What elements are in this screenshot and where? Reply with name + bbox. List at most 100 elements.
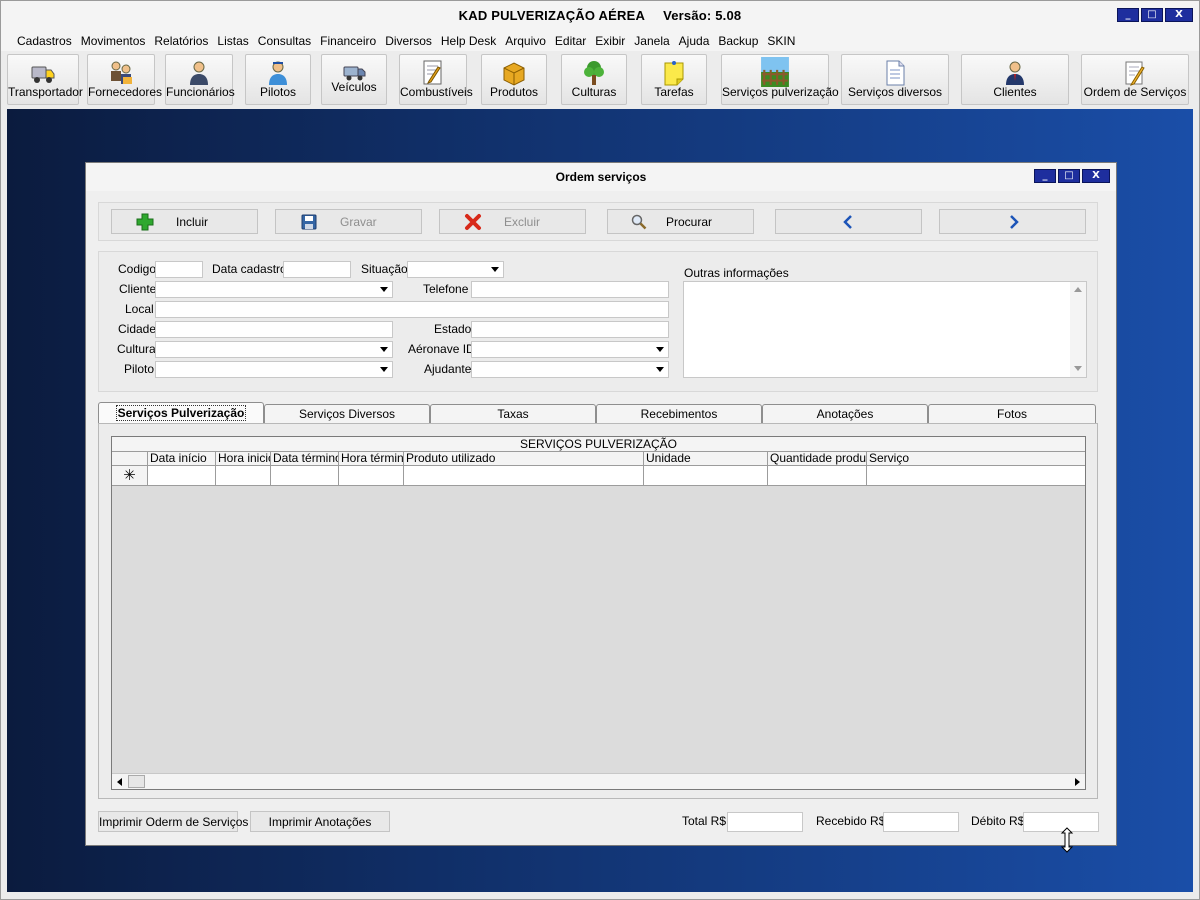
close-button[interactable]: X <box>1165 8 1193 22</box>
table-cell[interactable] <box>404 466 644 485</box>
next-button[interactable] <box>939 209 1086 234</box>
tab-recebimentos[interactable]: Recebimentos <box>596 404 762 423</box>
menu-help-desk[interactable]: Help Desk <box>441 34 496 48</box>
total-field[interactable] <box>727 812 803 832</box>
scroll-up-icon[interactable] <box>1074 287 1082 292</box>
menu-backup[interactable]: Backup <box>718 34 758 48</box>
cidade-label: Cidade <box>118 322 157 336</box>
toolbar-culturas-button[interactable]: Culturas <box>561 54 627 105</box>
toolbar-clientes-button[interactable]: Clientes <box>961 54 1069 105</box>
procurar-button[interactable]: Procurar <box>607 209 754 234</box>
data-cadastro-field[interactable] <box>283 261 351 278</box>
servicos-grid[interactable]: SERVIÇOS PULVERIZAÇÃO Data início Hora i… <box>111 436 1086 790</box>
chevron-down-icon <box>377 283 391 296</box>
cidade-field[interactable] <box>155 321 393 338</box>
menu-exibir[interactable]: Exibir <box>595 34 625 48</box>
table-cell[interactable] <box>867 466 1085 485</box>
scroll-thumb[interactable] <box>128 775 145 788</box>
previous-button[interactable] <box>775 209 922 234</box>
grid-header-indicator <box>112 452 148 465</box>
toolbar-pilotos-button[interactable]: Pilotos <box>245 54 311 105</box>
column-header[interactable]: Data término <box>271 452 339 465</box>
menu-bar: Cadastros Movimentos Relatórios Listas C… <box>1 31 1199 51</box>
tab-taxas[interactable]: Taxas <box>430 404 596 423</box>
tab-servicos-diversos[interactable]: Serviços Diversos <box>264 404 430 423</box>
toolbar-fornecedores-button[interactable]: Fornecedores <box>87 54 162 105</box>
toolbar-tarefas-button[interactable]: Tarefas <box>641 54 707 105</box>
toolbar-label: Veículos <box>331 80 377 94</box>
toolbar-veiculos-button[interactable]: Veículos <box>321 54 387 105</box>
menu-ajuda[interactable]: Ajuda <box>679 34 710 48</box>
local-field[interactable] <box>155 301 669 318</box>
menu-cadastros[interactable]: Cadastros <box>17 34 72 48</box>
excluir-button[interactable]: Excluir <box>439 209 586 234</box>
print-order-button[interactable]: Imprimir Oderm de Serviços <box>98 811 248 832</box>
action-bar: Incluir Gravar Excluir Procurar <box>98 202 1098 241</box>
menu-listas[interactable]: Listas <box>217 34 248 48</box>
tab-label: Serviços Pulverização <box>115 405 247 421</box>
toolbar-servicos-diversos-button[interactable]: Serviços diversos <box>841 54 949 105</box>
tab-servicos-pulverizacao[interactable]: Serviços Pulverização <box>98 402 264 424</box>
order-form: Codigo Data cadastro Situação Cliente Te… <box>98 251 1098 392</box>
menu-arquivo[interactable]: Arquivo <box>505 34 546 48</box>
table-row-new[interactable]: ✳ <box>112 466 1085 486</box>
menu-relatorios[interactable]: Relatórios <box>154 34 208 48</box>
incluir-button[interactable]: Incluir <box>111 209 258 234</box>
child-maximize-button[interactable]: □ <box>1058 169 1080 183</box>
outras-informacoes-textarea[interactable] <box>683 281 1087 378</box>
table-cell[interactable] <box>768 466 867 485</box>
aeronave-label: Aéronave ID <box>408 342 475 356</box>
toolbar-servicos-pulverizacao-button[interactable]: Serviços pulverização <box>721 54 839 105</box>
menu-diversos[interactable]: Diversos <box>385 34 432 48</box>
telefone-field[interactable] <box>471 281 669 298</box>
menu-financeiro[interactable]: Financeiro <box>320 34 376 48</box>
column-header[interactable]: Hora inicio <box>216 452 271 465</box>
column-header[interactable]: Hora término <box>339 452 404 465</box>
recebido-field[interactable] <box>883 812 959 832</box>
column-header[interactable]: Data início <box>148 452 216 465</box>
column-header[interactable]: Quantidade produto <box>768 452 867 465</box>
toolbar-funcionarios-button[interactable]: Funcionários <box>165 54 235 105</box>
table-cell[interactable] <box>339 466 404 485</box>
menu-editar[interactable]: Editar <box>555 34 586 48</box>
toolbar-combustiveis-button[interactable]: Combustíveis <box>399 54 473 105</box>
tab-label: Recebimentos <box>640 407 718 421</box>
estado-field[interactable] <box>471 321 669 338</box>
minimize-button[interactable]: _ <box>1117 8 1139 22</box>
scroll-left-icon[interactable] <box>114 776 126 788</box>
aeronave-select[interactable] <box>471 341 669 358</box>
table-cell[interactable] <box>216 466 271 485</box>
scroll-down-icon[interactable] <box>1074 366 1082 371</box>
menu-janela[interactable]: Janela <box>634 34 669 48</box>
horizontal-scrollbar[interactable] <box>112 773 1085 789</box>
toolbar-produtos-button[interactable]: Produtos <box>481 54 547 105</box>
print-notes-button[interactable]: Imprimir Anotações <box>250 811 390 832</box>
toolbar-ordem-de-servicos-button[interactable]: Ordem de Serviços <box>1081 54 1189 105</box>
piloto-select[interactable] <box>155 361 393 378</box>
maximize-button[interactable]: □ <box>1141 8 1163 22</box>
table-cell[interactable] <box>644 466 768 485</box>
codigo-field[interactable] <box>155 261 203 278</box>
table-cell[interactable] <box>148 466 216 485</box>
child-close-button[interactable]: X <box>1082 169 1110 183</box>
column-header[interactable]: Unidade <box>644 452 768 465</box>
search-icon <box>631 214 647 230</box>
toolbar-transportador-button[interactable]: Transportador <box>7 54 83 105</box>
column-header[interactable]: Produto utilizado <box>404 452 644 465</box>
cliente-select[interactable] <box>155 281 393 298</box>
cultura-select[interactable] <box>155 341 393 358</box>
tab-anotacoes[interactable]: Anotações <box>762 404 928 423</box>
menu-movimentos[interactable]: Movimentos <box>81 34 146 48</box>
gravar-button[interactable]: Gravar <box>275 209 422 234</box>
save-icon <box>301 214 317 230</box>
menu-skin[interactable]: SKIN <box>767 34 795 48</box>
ajudante-select[interactable] <box>471 361 669 378</box>
tab-fotos[interactable]: Fotos <box>928 404 1096 423</box>
child-minimize-button[interactable]: _ <box>1034 169 1056 183</box>
scroll-right-icon[interactable] <box>1071 776 1083 788</box>
vertical-scrollbar[interactable] <box>1070 282 1086 377</box>
menu-consultas[interactable]: Consultas <box>258 34 311 48</box>
column-header[interactable]: Serviço <box>867 452 1085 465</box>
table-cell[interactable] <box>271 466 339 485</box>
situacao-select[interactable] <box>407 261 504 278</box>
